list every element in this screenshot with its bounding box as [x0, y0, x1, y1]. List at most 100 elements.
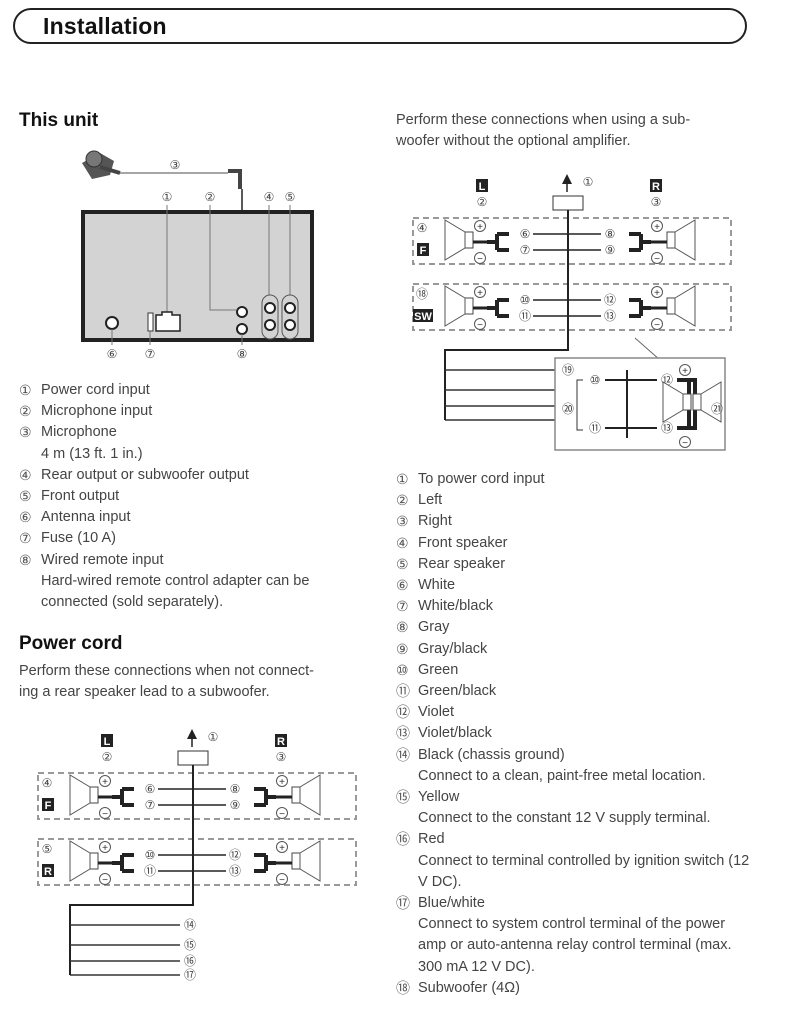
wire-label: ⑫	[604, 293, 616, 307]
legend-label: Antenna input	[41, 509, 131, 526]
left-speaker-icon	[69, 840, 99, 882]
harness-callout: ⑭	[184, 918, 196, 932]
left-fork-connector	[487, 298, 509, 318]
legend-item: ④ Front speaker	[396, 533, 756, 554]
head-unit-rear-diagram: ③ ① ② ④ ⑤ ⑥ ⑦ ⑧	[81, 150, 314, 361]
legend-number: ⑰	[396, 895, 410, 912]
legend-text-group: Black (chassis ground) Connect to a clean…	[418, 745, 756, 787]
group-number: ④	[42, 776, 53, 790]
bridge-callout: ⑳	[562, 402, 574, 416]
legend-item: ⑨ Gray/black	[396, 639, 756, 660]
group-badge: SW	[414, 311, 432, 323]
legend-item: ⑮ Yellow Connect to the constant 12 V supp…	[396, 787, 756, 829]
right-fork-connector	[629, 232, 651, 252]
inset-pointer	[634, 337, 685, 361]
legend-label: Violet/black	[418, 725, 492, 742]
legend-label: Rear output or subwoofer output	[41, 466, 249, 483]
legend-text-group: Front output	[41, 486, 379, 507]
legend-label: Subwoofer (4Ω)	[418, 979, 520, 996]
legend-note: Connect to the constant 12 V supply term…	[418, 810, 711, 827]
callout-3: ③	[170, 158, 181, 172]
wire-label: ⑪	[144, 864, 156, 878]
legend-label: Black (chassis ground)	[418, 746, 565, 763]
legend-label: Wired remote input	[41, 551, 164, 568]
wire-label: ⑥	[520, 227, 531, 241]
right-callout: ③	[651, 195, 662, 209]
wire-label: ⑪	[519, 309, 531, 323]
legend-number: ⑪	[396, 683, 410, 700]
legend-label: Fuse (10 A)	[41, 530, 116, 547]
power-callout: ①	[208, 730, 219, 744]
legend-item: ⑫ Violet	[396, 702, 756, 723]
group-badge: F	[420, 245, 427, 257]
legend-text-group: Fuse (10 A)	[41, 528, 379, 549]
plus-sign: +	[102, 777, 108, 788]
legend-number: ②	[396, 492, 409, 509]
wire-label: ⑦	[520, 243, 531, 257]
legend-item: ⑤ Front output	[19, 486, 379, 507]
left-badge: L	[479, 181, 486, 193]
legend-text-group: Power cord input	[41, 380, 379, 401]
legend-text-group: Antenna input	[41, 507, 379, 528]
section-header: Installation	[13, 8, 747, 44]
legend-item: ⑯ Red Connect to terminal controlled by ig…	[396, 829, 756, 893]
legend-text-group: White	[418, 575, 756, 596]
legend-label: Gray	[418, 619, 450, 636]
front-output-rca	[281, 294, 299, 340]
legend-text-group: Microphone 4 m (13 ft. 1 in.)	[41, 422, 379, 464]
legend-text-group: Wired remote input Hard-wired remote cont…	[41, 550, 379, 614]
callout-4: ④	[264, 190, 275, 204]
wire-label: ⑦	[145, 798, 156, 812]
legend-number: ⑦	[396, 598, 409, 615]
legend-number: ⑧	[19, 551, 32, 568]
minus-sign: −	[682, 438, 688, 449]
legend-item: ⑤ Rear speaker	[396, 554, 756, 575]
power-cord-connector	[155, 311, 181, 332]
plus-sign: +	[477, 222, 483, 233]
legend-text-group: Microphone input	[41, 401, 379, 422]
minus-sign: −	[654, 320, 660, 331]
legend-text-group: Gray	[418, 617, 756, 638]
legend-text-group: Yellow Connect to the constant 12 V suppl…	[418, 787, 756, 829]
legend-number: ⑫	[396, 704, 410, 721]
legend-item: ⑰ Blue/white Connect to system control ter…	[396, 893, 756, 978]
plus-sign: +	[279, 843, 285, 854]
legend-number: ⑬	[396, 725, 410, 742]
legend-item: ⑥ Antenna input	[19, 507, 379, 528]
wire-label: ⑫	[229, 848, 241, 862]
legend-note: Connect to terminal controlled by igniti…	[418, 852, 750, 890]
callout-5: ⑤	[285, 190, 296, 204]
wire-label: ⑧	[230, 782, 241, 796]
legend-number: ⑯	[396, 831, 410, 848]
right-fork-connector	[629, 298, 651, 318]
legend-text-group: Rear speaker	[418, 554, 756, 575]
legend-number: ⑥	[19, 509, 32, 526]
legend-note: Connect to a clean, paint-free metal loc…	[418, 767, 706, 784]
harness-callout: ⑰	[184, 968, 196, 982]
plus-sign: +	[102, 843, 108, 854]
legend-number: ④	[396, 534, 409, 551]
legend-item: ④ Rear output or subwoofer output	[19, 465, 379, 486]
subwoofer-legend: ① To power cord input ② Left ③ Right ④ Front sp…	[396, 469, 756, 999]
wire-label: ⑩	[590, 373, 601, 387]
description-line: Perform these connections when using a s…	[396, 112, 691, 128]
callout-1: ①	[162, 190, 173, 204]
legend-item: ⑥ White	[396, 575, 756, 596]
description-line: ing a rear speaker lead to a subwoofer.	[19, 684, 270, 700]
power-cord-wiring-diagram: L ② R ③ ① ④ F + − + − ⑥ ⑦ ⑧ ⑨ ⑤ R + − + − ⑩ ⑪ ⑫ ⑬ ⑭ ⑮ ⑯⑰	[37, 729, 357, 982]
plus-sign: +	[279, 777, 285, 788]
legend-label: Front output	[41, 488, 120, 505]
legend-number: ⑱	[396, 979, 410, 996]
plus-sign: +	[654, 222, 660, 233]
legend-text-group: Left	[418, 490, 756, 511]
legend-label: Yellow	[418, 789, 460, 806]
right-badge: R	[277, 736, 285, 748]
left-callout: ②	[102, 750, 113, 764]
legend-number: ⑤	[19, 488, 32, 505]
legend-item: ⑦ Fuse (10 A)	[19, 528, 379, 549]
callout-8: ⑧	[237, 347, 248, 361]
description-line: Perform these connections when not conne…	[19, 663, 314, 679]
legend-text-group: Gray/black	[418, 639, 756, 660]
arrow-up-icon	[562, 174, 572, 184]
wire-label: ⑥	[145, 782, 156, 796]
